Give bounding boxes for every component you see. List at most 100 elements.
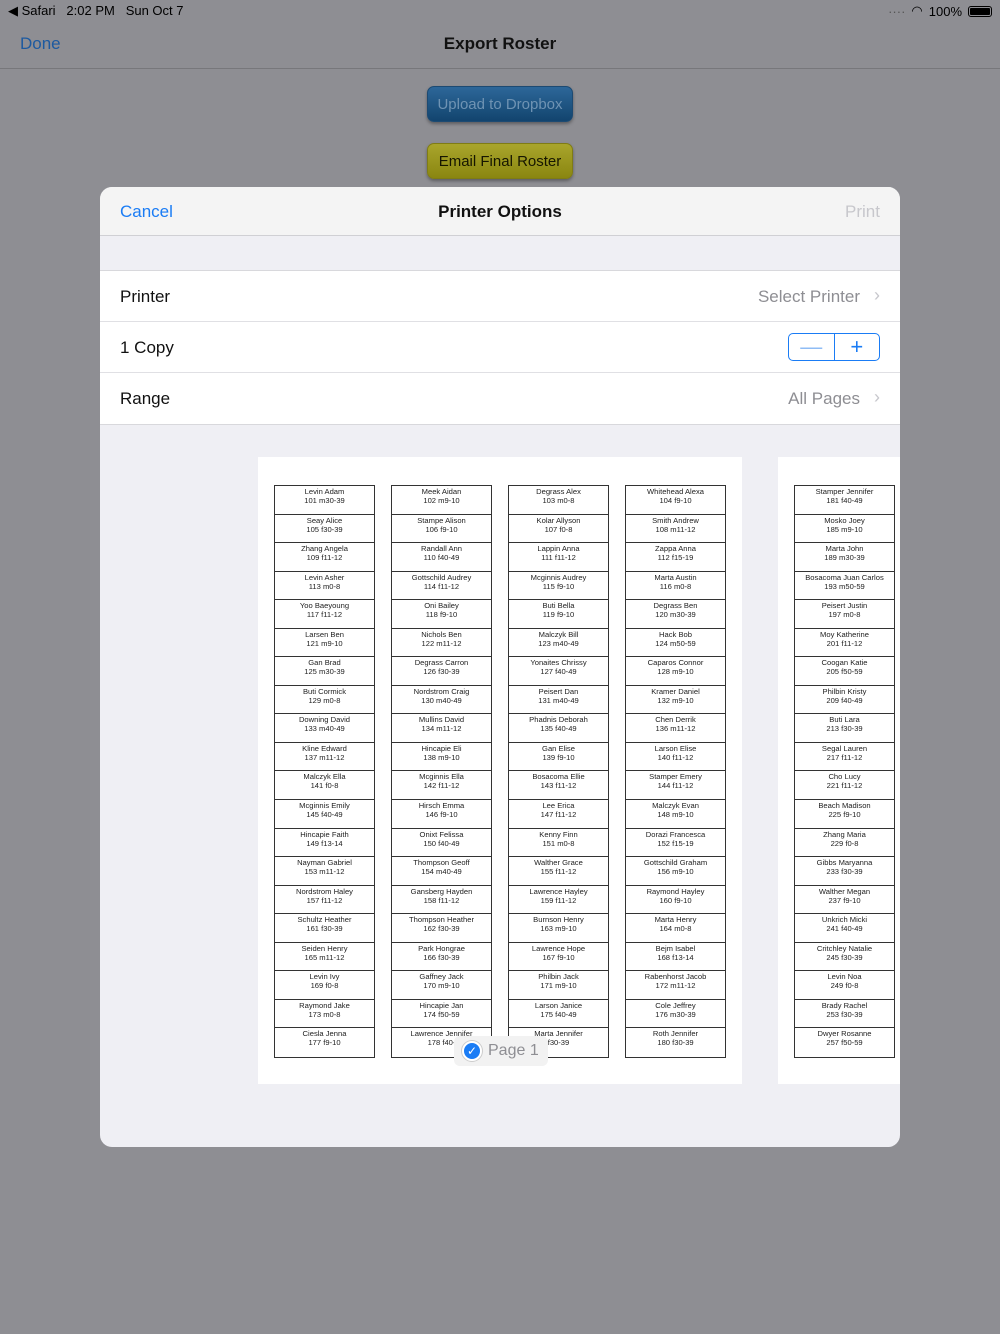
roster-cell-name: Brady Rachel bbox=[821, 1000, 868, 1010]
copies-stepper[interactable]: — + bbox=[788, 333, 880, 361]
roster-cell-info: 131 m40-49 bbox=[538, 695, 579, 705]
roster-cell-name: Philbin Jack bbox=[538, 972, 579, 982]
roster-cell-name: Zhang Maria bbox=[823, 829, 866, 839]
roster-cell-name: Kenny Finn bbox=[539, 829, 578, 839]
print-button[interactable]: Print bbox=[845, 202, 880, 222]
roster-cell-name: Zhang Angela bbox=[301, 544, 348, 554]
roster-cell-info: 180 f30-39 bbox=[657, 1038, 694, 1048]
roster-cell-info: 167 f9-10 bbox=[542, 952, 575, 962]
roster-cell-name: Gibbs Maryanna bbox=[816, 858, 873, 868]
roster-cell-name: Downing David bbox=[298, 715, 351, 725]
roster-cell-info: 164 m0-8 bbox=[659, 924, 692, 934]
roster-cell: Park Hongrae 166 f30-39 bbox=[392, 943, 491, 972]
roster-cell: Larsen Ben 121 m9-10 bbox=[275, 629, 374, 658]
page-preview-1[interactable]: Levin Adam 101 m30-39 Seay Alice 105 f30-39… bbox=[258, 457, 742, 1084]
roster-cell-name: Bosacoma Juan Carlos bbox=[805, 572, 884, 582]
roster-cell: Hincapie Jan 174 f50-59 bbox=[392, 1000, 491, 1029]
printer-row[interactable]: Printer Select Printer › bbox=[100, 271, 900, 322]
roster-cell-name: Hack Bob bbox=[659, 629, 692, 639]
roster-cell-info: 103 m0-8 bbox=[542, 496, 575, 505]
increment-button[interactable]: + bbox=[835, 334, 880, 360]
page-preview-2[interactable]: Stamper Jennifer 181 f40-49 Mosko Joey 185 … bbox=[778, 457, 900, 1084]
roster-cell: Nichols Ben 122 m11-12 bbox=[392, 629, 491, 658]
roster-cell: Marta John 189 m30-39 bbox=[795, 543, 894, 572]
roster-cell-info: 128 m9-10 bbox=[657, 667, 694, 677]
roster-cell: Hirsch Emma 146 f9-10 bbox=[392, 800, 491, 829]
roster-cell-info: 172 m11-12 bbox=[655, 981, 696, 991]
roster-cell-info: 101 m30-39 bbox=[304, 496, 345, 505]
roster-cell-name: Schultz Heather bbox=[297, 915, 352, 925]
roster-cell-name: Marta John bbox=[825, 544, 864, 554]
roster-cell-name: Lawrence Hayley bbox=[529, 886, 588, 896]
decrement-button[interactable]: — bbox=[789, 334, 835, 360]
roster-cell-info: 129 m0-8 bbox=[308, 695, 341, 705]
roster-cell-name: Gan Elise bbox=[542, 743, 575, 753]
roster-cell: Schultz Heather 161 f30-39 bbox=[275, 914, 374, 943]
roster-cell-info: 166 f30-39 bbox=[423, 952, 460, 962]
back-to-app[interactable]: ◀ Safari 2:02 PM Sun Oct 7 bbox=[8, 3, 184, 19]
roster-cell: Nayman Gabriel 153 m11-12 bbox=[275, 857, 374, 886]
roster-cell-info: 173 m0-8 bbox=[308, 1009, 341, 1019]
roster-cell-info: 114 f11-12 bbox=[423, 581, 460, 591]
roster-cell-name: Gansberg Hayden bbox=[410, 886, 473, 896]
roster-cell: Onixt Felissa 150 f40-49 bbox=[392, 829, 491, 858]
roster-cell-name: Seiden Henry bbox=[301, 943, 348, 953]
page-title: Export Roster bbox=[443, 34, 557, 53]
roster-cell-info: 205 f50-59 bbox=[826, 667, 863, 677]
roster-cell: Philbin Kristy 209 f40-49 bbox=[795, 686, 894, 715]
roster-cell-name: Kramer Daniel bbox=[651, 686, 700, 696]
roster-cell-info: 213 f30-39 bbox=[826, 724, 863, 734]
roster-cell: Hincapie Faith 149 f13-14 bbox=[275, 829, 374, 858]
roster-cell: Roth Jennifer 180 f30-39 bbox=[626, 1028, 725, 1057]
roster-cell-info: 109 f11-12 bbox=[306, 553, 343, 563]
sheet-header: Cancel Printer Options Print bbox=[100, 187, 900, 236]
roster-cell-info: 125 m30-39 bbox=[304, 667, 345, 677]
roster-cell: Levin Ivy 169 f0-8 bbox=[275, 971, 374, 1000]
roster-cell-info: 142 f11-12 bbox=[423, 781, 460, 791]
roster-cell: Oni Bailey 118 f9-10 bbox=[392, 600, 491, 629]
roster-cell-name: Hincapie Eli bbox=[421, 743, 462, 753]
roster-cell-info: 257 f50-59 bbox=[826, 1038, 863, 1048]
roster-cell-name: Onixt Felissa bbox=[419, 829, 464, 839]
copies-row: 1 Copy — + bbox=[100, 322, 900, 373]
range-row[interactable]: Range All Pages › bbox=[100, 373, 900, 424]
roster-cell-info: 102 m9-10 bbox=[423, 496, 460, 505]
roster-cell: Kenny Finn 151 m0-8 bbox=[509, 829, 608, 858]
roster-cell: Peisert Justin 197 m0-8 bbox=[795, 600, 894, 629]
roster-cell-info: 143 f11-12 bbox=[540, 781, 577, 791]
roster-cell: Gottschild Graham 156 m9-10 bbox=[626, 857, 725, 886]
roster-cell: Larson Janice 175 f40-49 bbox=[509, 1000, 608, 1029]
roster-cell-info: 145 f40-49 bbox=[306, 810, 343, 820]
roster-cell-name: Degrass Carron bbox=[414, 658, 469, 668]
roster-cell-name: Gan Brad bbox=[308, 658, 341, 668]
roster-cell: Mosko Joey 185 m9-10 bbox=[795, 515, 894, 544]
wifi-icon: ◠ bbox=[911, 3, 923, 18]
roster-cell-name: Walther Grace bbox=[534, 858, 583, 868]
roster-cell: Meek Aidan 102 m9-10 bbox=[392, 486, 491, 515]
roster-cell-info: 161 f30-39 bbox=[306, 924, 343, 934]
roster-cell-name: Whitehead Alexa bbox=[647, 487, 704, 496]
upload-to-dropbox-button[interactable]: Upload to Dropbox bbox=[427, 86, 573, 122]
roster-cell-name: Cho Lucy bbox=[828, 772, 861, 782]
roster-cell-name: Buti Bella bbox=[542, 601, 575, 611]
roster-cell: Degrass Ben 120 m30-39 bbox=[626, 600, 725, 629]
roster-cell-name: Degrass Ben bbox=[653, 601, 698, 611]
roster-cell-info: 110 f40-49 bbox=[423, 553, 460, 563]
roster-cell-info: 134 m11-12 bbox=[421, 724, 462, 734]
roster-cell-name: Seay Alice bbox=[306, 515, 343, 525]
roster-cell-name: Unkrich Micki bbox=[821, 915, 868, 925]
roster-cell-info: 146 f9-10 bbox=[425, 810, 458, 820]
roster-cell-name: Raymond Jake bbox=[299, 1000, 350, 1010]
roster-cell: Raymond Jake 173 m0-8 bbox=[275, 1000, 374, 1029]
roster-cell-name: Peisert Justin bbox=[821, 601, 868, 611]
roster-cell: Kline Edward 137 m11-12 bbox=[275, 743, 374, 772]
roster-cell-info: 119 f9-10 bbox=[542, 610, 575, 620]
roster-cell-name: Levin Noa bbox=[827, 972, 862, 982]
roster-cell: Burnson Henry 163 m9-10 bbox=[509, 914, 608, 943]
roster-cell-name: Meek Aidan bbox=[421, 487, 462, 496]
email-final-roster-button[interactable]: Email Final Roster bbox=[427, 143, 573, 179]
roster-cell-info: 130 m40-49 bbox=[421, 695, 462, 705]
nav-bar: Done Export Roster bbox=[0, 20, 1000, 69]
roster-cell-info: 144 f11-12 bbox=[657, 781, 694, 791]
roster-cell-info: 117 f11-12 bbox=[306, 610, 343, 620]
